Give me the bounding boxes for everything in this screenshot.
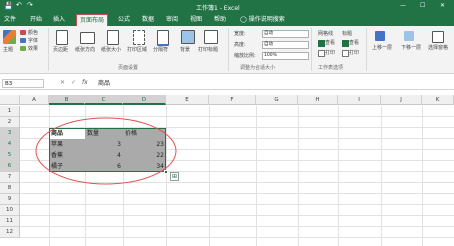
cell-gridlines	[20, 106, 454, 246]
quick-analysis-icon[interactable]: ⊞	[170, 172, 179, 181]
header-cell-price[interactable]: 价格	[123, 128, 166, 139]
header-cell-quantity[interactable]: 数量	[85, 128, 123, 139]
table-cell[interactable]: 3	[85, 139, 123, 150]
table-cell[interactable]: 4	[85, 150, 123, 161]
table-cell[interactable]: 橘子	[49, 161, 85, 172]
table-cell[interactable]: 6	[85, 161, 123, 172]
table-cell[interactable]: 香蕉	[49, 150, 85, 161]
table-cell[interactable]: 34	[123, 161, 166, 172]
table-cell[interactable]: 23	[123, 139, 166, 150]
header-cell-product[interactable]: 商品	[49, 128, 85, 139]
table-cell[interactable]: 苹果	[49, 139, 85, 150]
table-cell[interactable]: 22	[123, 150, 166, 161]
